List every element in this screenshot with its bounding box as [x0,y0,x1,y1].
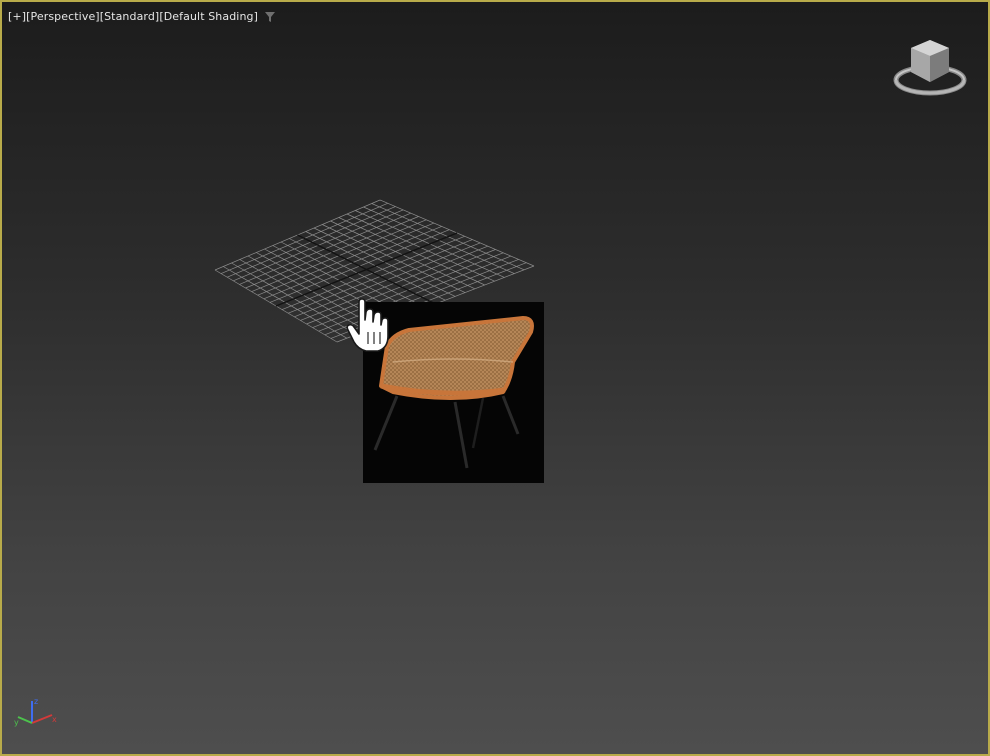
axis-x-label: x [52,715,57,724]
axis-z-label: z [34,697,38,706]
viewport-point-of-view-menu[interactable]: [Perspective] [26,10,100,23]
viewport-label-menu: [+] [Perspective] [Standard] [Default Sh… [8,10,276,23]
viewport-general-menu[interactable]: [+] [8,10,26,23]
perspective-viewport[interactable]: [+] [Perspective] [Standard] [Default Sh… [0,0,990,756]
axis-y-label: y [14,718,19,727]
hand-pointer-icon [346,298,390,354]
funnel-icon[interactable] [264,11,276,23]
axis-tripod-icon: z x y [14,697,57,727]
lounge-chair-thumbnail [363,302,544,483]
viewport-standard-menu[interactable]: [Standard] [100,10,160,23]
viewport-shading-menu[interactable]: [Default Shading] [159,10,258,23]
viewcube-icon[interactable] [892,36,968,102]
